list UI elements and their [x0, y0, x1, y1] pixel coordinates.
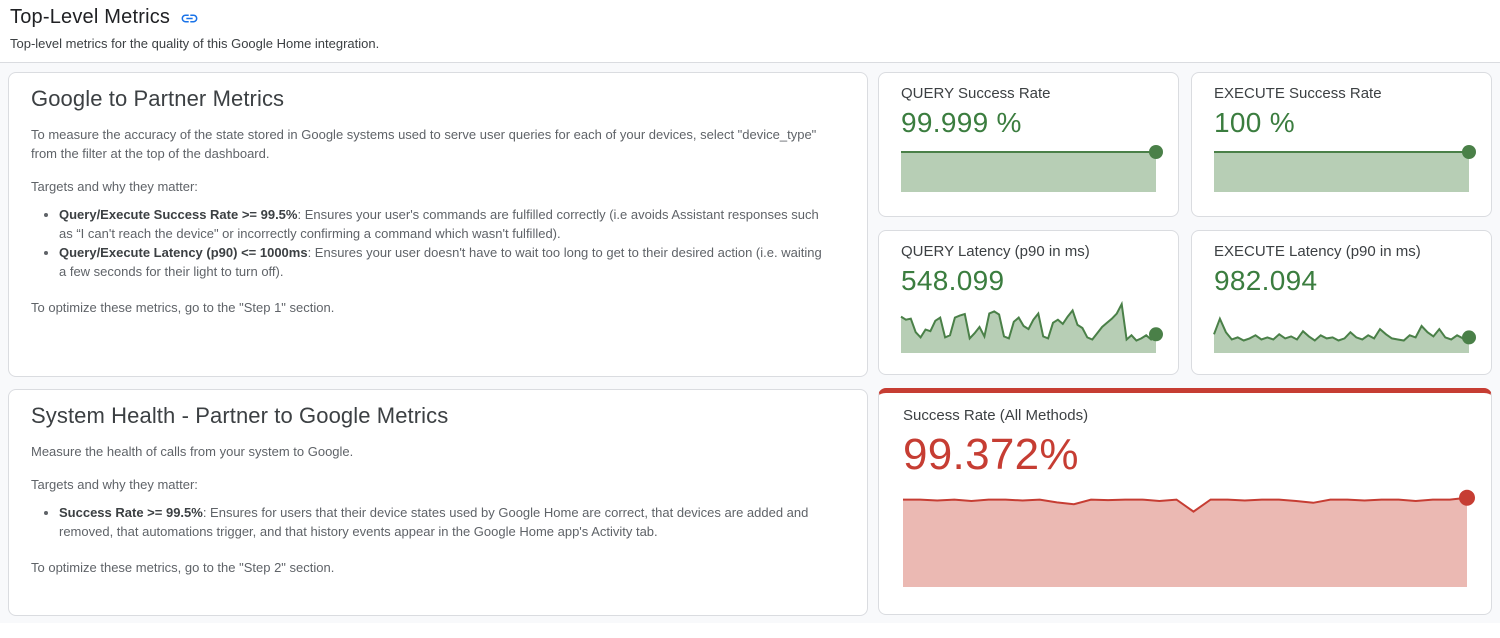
card-footer: To optimize these metrics, go to the "St… — [31, 298, 841, 317]
metric-value: 100 % — [1214, 107, 1469, 139]
target-metric: Query/Execute Latency (p90) <= 1000ms — [59, 245, 308, 260]
card-footer: To optimize these metrics, go to the "St… — [31, 558, 841, 577]
google-to-partner-card: Google to Partner Metrics To measure the… — [8, 72, 868, 377]
metric-label: QUERY Latency (p90 in ms) — [901, 243, 1156, 260]
page-header: Top-Level Metrics Top-level metrics for … — [0, 0, 1500, 51]
execute-success-rate-card: EXECUTE Success Rate 100 % — [1191, 72, 1492, 217]
page-title: Top-Level Metrics — [10, 6, 170, 29]
text-column: Google to Partner Metrics To measure the… — [8, 72, 868, 623]
all-methods-success-rate-card: Success Rate (All Methods) 99.372% — [878, 388, 1492, 615]
metric-value: 99.999 % — [901, 107, 1156, 139]
query-latency-sparkline — [901, 301, 1156, 353]
section-link-icon[interactable] — [180, 9, 199, 28]
page-subtitle: Top-level metrics for the quality of thi… — [10, 36, 1490, 51]
list-item: Success Rate >= 99.5%: Ensures for users… — [59, 503, 831, 541]
metric-label: QUERY Success Rate — [901, 85, 1156, 102]
card-title: Google to Partner Metrics — [31, 86, 845, 112]
query-success-sparkline — [901, 152, 1156, 192]
execute-success-sparkline — [1214, 152, 1469, 192]
targets-label: Targets and why they matter: — [31, 475, 841, 494]
targets-list: Success Rate >= 99.5%: Ensures for users… — [31, 503, 831, 541]
targets-list: Query/Execute Success Rate >= 99.5%: Ens… — [31, 205, 831, 281]
execute-latency-card: EXECUTE Latency (p90 in ms) 982.094 — [1191, 230, 1492, 375]
card-title: System Health - Partner to Google Metric… — [31, 403, 845, 429]
all-methods-success-sparkline — [903, 495, 1467, 587]
list-item: Query/Execute Latency (p90) <= 1000ms: E… — [59, 243, 831, 281]
card-intro: Measure the health of calls from your sy… — [31, 442, 841, 461]
metric-value: 99.372% — [903, 430, 1467, 480]
targets-label: Targets and why they matter: — [31, 177, 841, 196]
card-intro: To measure the accuracy of the state sto… — [31, 125, 841, 163]
execute-latency-sparkline — [1214, 301, 1469, 353]
dashboard-page: Top-Level Metrics Top-level metrics for … — [0, 0, 1500, 623]
system-health-card: System Health - Partner to Google Metric… — [8, 389, 868, 616]
target-metric: Query/Execute Success Rate >= 99.5% — [59, 207, 297, 222]
target-metric: Success Rate >= 99.5% — [59, 505, 203, 520]
dashboard-body: Google to Partner Metrics To measure the… — [0, 63, 1500, 623]
metric-label: EXECUTE Latency (p90 in ms) — [1214, 243, 1469, 260]
list-item: Query/Execute Success Rate >= 99.5%: Ens… — [59, 205, 831, 243]
metric-value: 548.099 — [901, 265, 1156, 297]
metric-label: Success Rate (All Methods) — [903, 407, 1467, 424]
metric-label: EXECUTE Success Rate — [1214, 85, 1469, 102]
query-latency-card: QUERY Latency (p90 in ms) 548.099 — [878, 230, 1179, 375]
metric-value: 982.094 — [1214, 265, 1469, 297]
query-success-rate-card: QUERY Success Rate 99.999 % — [878, 72, 1179, 217]
scorecard-grid: QUERY Success Rate 99.999 % EXECUTE Succ… — [878, 72, 1492, 623]
